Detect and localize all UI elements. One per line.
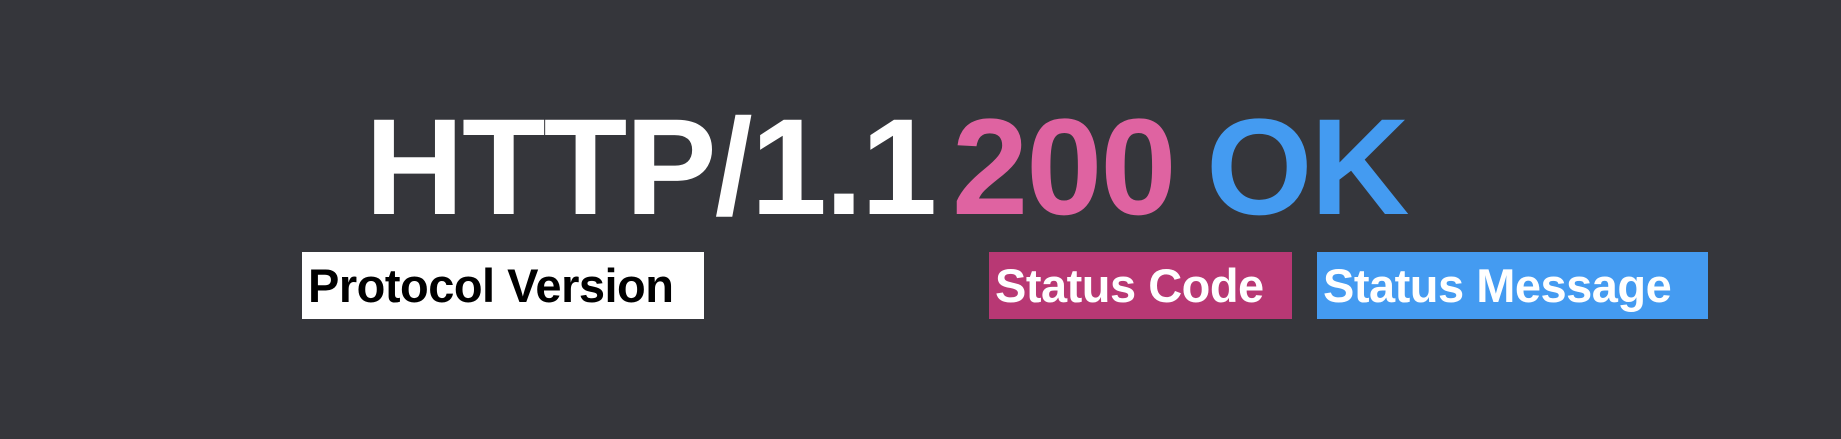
protocol-version-text: HTTP/1.1 xyxy=(365,91,937,244)
http-status-line: HTTP/1.1 200 OK xyxy=(0,91,1841,244)
status-message-text: OK xyxy=(1206,91,1409,244)
protocol-version-label: Protocol Version xyxy=(302,252,704,319)
status-code-label: Status Code xyxy=(989,252,1292,319)
status-message-label: Status Message xyxy=(1317,252,1708,319)
status-code-text: 200 xyxy=(952,91,1177,244)
